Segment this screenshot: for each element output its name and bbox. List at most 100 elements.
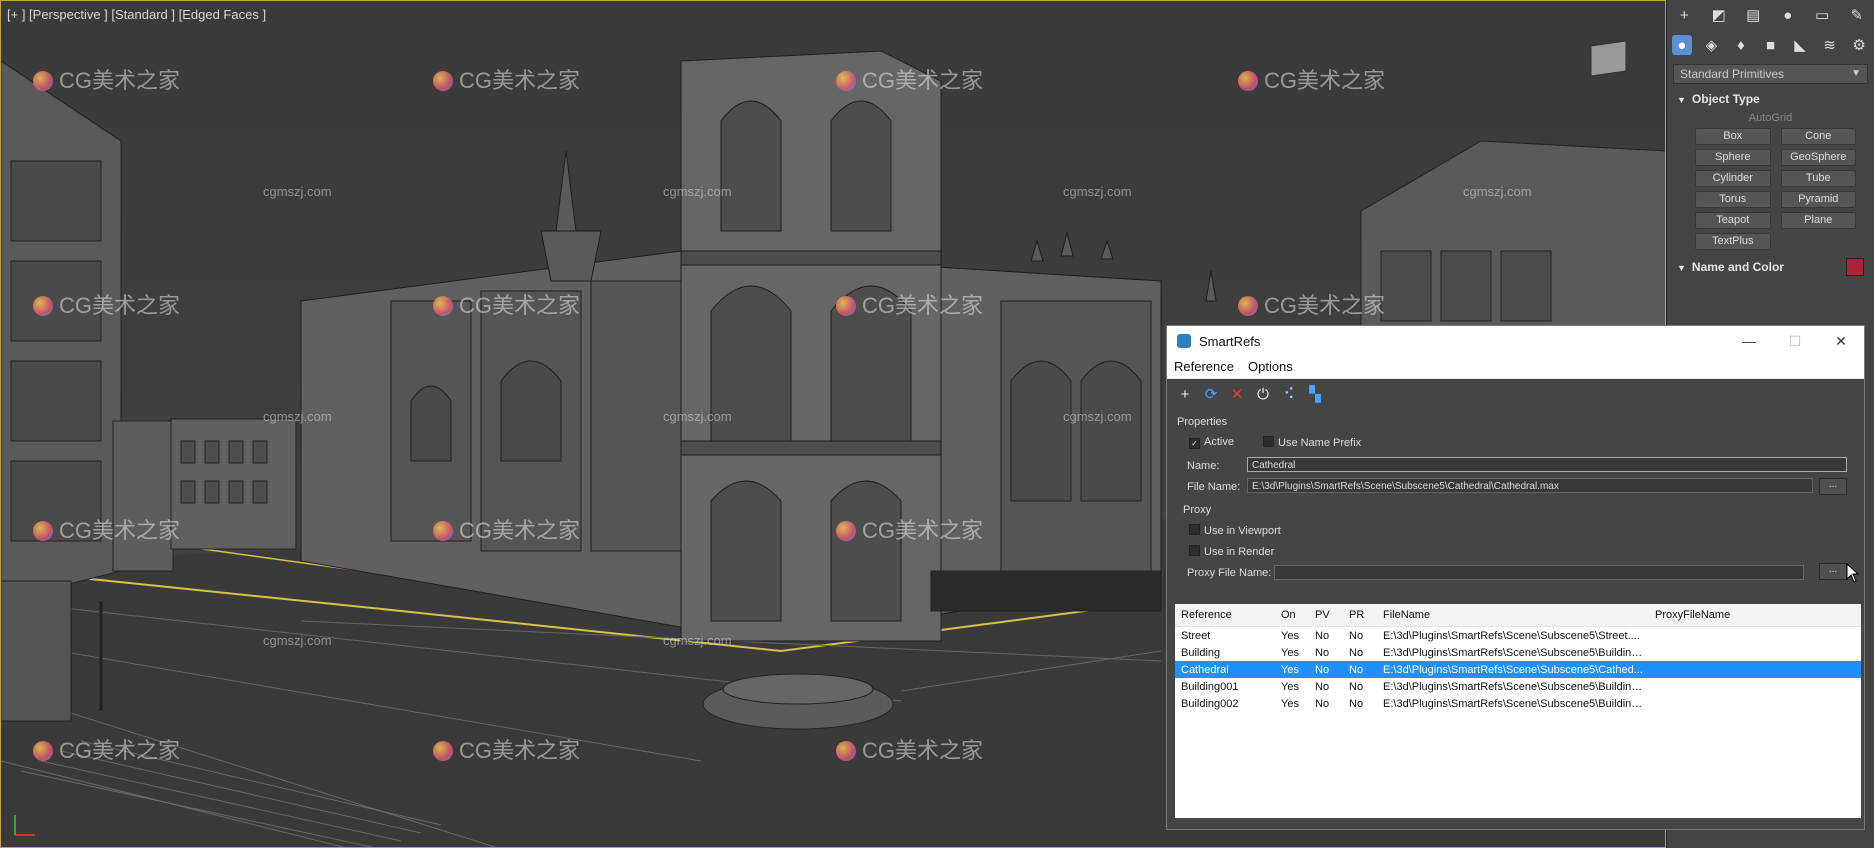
power-icon[interactable]: ⏻ bbox=[1253, 385, 1273, 403]
watermark-url: cgmszj.com bbox=[663, 409, 732, 424]
window-title: SmartRefs bbox=[1199, 333, 1261, 349]
minimize-button[interactable]: — bbox=[1726, 333, 1772, 349]
shapes-icon[interactable]: ◈ bbox=[1701, 35, 1721, 55]
table-cell: No bbox=[1349, 680, 1364, 693]
hierarchy-icon[interactable]: ▤ bbox=[1743, 5, 1763, 25]
watermark: CG美术之家 bbox=[33, 63, 180, 95]
table-row[interactable]: Building001 Yes No No E:\3d\Plugins\SmartRef… bbox=[1175, 678, 1861, 695]
column-header[interactable]: Reference bbox=[1175, 604, 1275, 627]
mouse-cursor-icon bbox=[1846, 563, 1860, 583]
table-row[interactable]: Building002 Yes No No E:\3d\Plugins\SmartRef… bbox=[1175, 695, 1861, 712]
viewport-label[interactable]: [+ ] [Perspective ] [Standard ] [Edged F… bbox=[7, 7, 266, 22]
object-type-grid: Box Cone Sphere GeoSphere Cylinder Tube … bbox=[1667, 128, 1874, 256]
pyramid-button[interactable]: Pyramid bbox=[1780, 191, 1856, 208]
teapot-button[interactable]: Teapot bbox=[1695, 212, 1771, 229]
proxy-icon[interactable]: ▚ bbox=[1305, 385, 1325, 403]
name-input[interactable]: Cathedral bbox=[1247, 457, 1847, 472]
object-type-rollout[interactable]: ▼ Object Type bbox=[1667, 88, 1874, 110]
watermark: CG美术之家 bbox=[1238, 63, 1385, 95]
active-checkbox[interactable]: ✓ Active bbox=[1189, 436, 1234, 449]
use-in-render-checkbox[interactable]: Use in Render bbox=[1189, 545, 1274, 558]
tube-button[interactable]: Tube bbox=[1780, 170, 1856, 187]
file-name-label: File Name: bbox=[1187, 481, 1241, 493]
sphere-button[interactable]: Sphere bbox=[1695, 149, 1771, 166]
table-cell: No bbox=[1309, 661, 1343, 678]
table-cell: No bbox=[1315, 646, 1330, 659]
table-cell: No bbox=[1343, 661, 1377, 678]
lights-icon[interactable]: ♦ bbox=[1731, 35, 1751, 55]
add-icon[interactable]: + bbox=[1175, 385, 1195, 403]
proxy-label: Proxy bbox=[1183, 504, 1212, 516]
category-dropdown[interactable]: Standard Primitives ▼ bbox=[1673, 64, 1868, 84]
file-name-input[interactable]: E:\3d\Plugins\SmartRefs\Scene\Subscene5\… bbox=[1247, 478, 1813, 493]
smartrefs-window: SmartRefs — ☐ ✕ Reference Options + ⟳ ✕ … bbox=[1166, 325, 1865, 830]
motion-icon[interactable]: ● bbox=[1778, 5, 1798, 25]
delete-icon[interactable]: ✕ bbox=[1227, 385, 1247, 403]
plane-button[interactable]: Plane bbox=[1780, 212, 1856, 229]
spacewarps-icon[interactable]: ≋ bbox=[1820, 35, 1840, 55]
column-header[interactable]: ProxyFileName bbox=[1649, 604, 1861, 627]
box-button[interactable]: Box bbox=[1695, 128, 1771, 145]
watermark-url: cgmszj.com bbox=[1063, 409, 1132, 424]
use-name-prefix-checkbox[interactable]: Use Name Prefix bbox=[1263, 436, 1361, 449]
display-icon[interactable]: ▭ bbox=[1812, 5, 1832, 25]
table-cell bbox=[1649, 661, 1861, 678]
object-color-swatch[interactable] bbox=[1846, 258, 1864, 276]
watermark: CG美术之家 bbox=[836, 63, 983, 95]
table-cell: E:\3d\Plugins\SmartRefs\Scene\Subscene5\… bbox=[1377, 661, 1649, 678]
name-and-color-rollout[interactable]: ▼ Name and Color bbox=[1667, 256, 1874, 278]
textplus-button[interactable]: TextPlus bbox=[1695, 233, 1771, 250]
references-table: Reference On PV PR FileName ProxyFileNam… bbox=[1175, 604, 1861, 818]
proxy-file-name-input[interactable] bbox=[1274, 565, 1804, 580]
browse-file-button[interactable]: ... bbox=[1819, 478, 1847, 495]
table-cell bbox=[1649, 678, 1861, 695]
column-header[interactable]: On bbox=[1275, 604, 1309, 627]
geometry-icon[interactable]: ● bbox=[1671, 35, 1692, 55]
checkbox-icon bbox=[1263, 436, 1274, 447]
maximize-button[interactable]: ☐ bbox=[1772, 333, 1818, 350]
browse-proxy-button[interactable]: ... bbox=[1819, 563, 1847, 580]
table-cell: No bbox=[1349, 629, 1364, 642]
create-icon[interactable]: + bbox=[1674, 5, 1694, 25]
watermark-url: cgmszj.com bbox=[663, 633, 732, 648]
checkbox-icon bbox=[1189, 545, 1200, 556]
geosphere-button[interactable]: GeoSphere bbox=[1780, 149, 1856, 166]
watermark: CG美术之家 bbox=[33, 733, 180, 765]
watermark-url: cgmszj.com bbox=[263, 409, 332, 424]
autogrid-checkbox[interactable]: AutoGrid bbox=[1667, 112, 1874, 124]
table-cell: Yes bbox=[1281, 680, 1299, 693]
column-header[interactable]: PR bbox=[1343, 604, 1377, 627]
table-row[interactable]: Street Yes No No E:\3d\Plugins\SmartRefs\Sce… bbox=[1175, 627, 1861, 645]
utilities-icon[interactable]: ✎ bbox=[1847, 5, 1867, 25]
table-cell: Yes bbox=[1281, 697, 1299, 710]
refresh-icon[interactable]: ⟳ bbox=[1201, 385, 1221, 403]
table-cell: E:\3d\Plugins\SmartRefs\Scene\Subscene5\… bbox=[1383, 680, 1647, 693]
cameras-icon[interactable]: ■ bbox=[1760, 35, 1780, 55]
table-row[interactable]: Cathedral Yes No No E:\3d\Plugins\SmartRefs\… bbox=[1175, 661, 1861, 678]
modify-icon[interactable]: ◩ bbox=[1709, 5, 1729, 25]
use-in-viewport-checkbox[interactable]: Use in Viewport bbox=[1189, 524, 1281, 537]
watermark: CG美术之家 bbox=[1238, 288, 1385, 320]
table-row[interactable]: Building Yes No No E:\3d\Plugins\SmartRefs\S… bbox=[1175, 644, 1861, 661]
move-icon[interactable]: ⠪ bbox=[1279, 385, 1299, 403]
window-titlebar[interactable]: SmartRefs — ☐ ✕ bbox=[1167, 326, 1864, 356]
systems-icon[interactable]: ⚙ bbox=[1849, 35, 1869, 55]
helpers-icon[interactable]: ◣ bbox=[1790, 35, 1810, 55]
torus-button[interactable]: Torus bbox=[1695, 191, 1771, 208]
column-header[interactable]: FileName bbox=[1377, 604, 1649, 627]
table-cell bbox=[1649, 644, 1861, 661]
menu-reference[interactable]: Reference bbox=[1167, 356, 1241, 378]
cone-button[interactable]: Cone bbox=[1780, 128, 1856, 145]
category-value: Standard Primitives bbox=[1680, 67, 1785, 81]
close-button[interactable]: ✕ bbox=[1818, 333, 1864, 350]
column-header[interactable]: PV bbox=[1309, 604, 1343, 627]
properties-label: Properties bbox=[1177, 416, 1228, 428]
table-cell: E:\3d\Plugins\SmartRefs\Scene\Subscene5\… bbox=[1383, 629, 1640, 642]
watermark-url: cgmszj.com bbox=[263, 184, 332, 199]
table-cell: Building001 bbox=[1181, 680, 1239, 693]
cylinder-button[interactable]: Cylinder bbox=[1695, 170, 1771, 187]
smartrefs-app-icon bbox=[1177, 334, 1191, 348]
rollout-title: ▼ Name and Color bbox=[1677, 260, 1784, 274]
watermark: CG美术之家 bbox=[433, 733, 580, 765]
menu-options[interactable]: Options bbox=[1241, 356, 1300, 378]
